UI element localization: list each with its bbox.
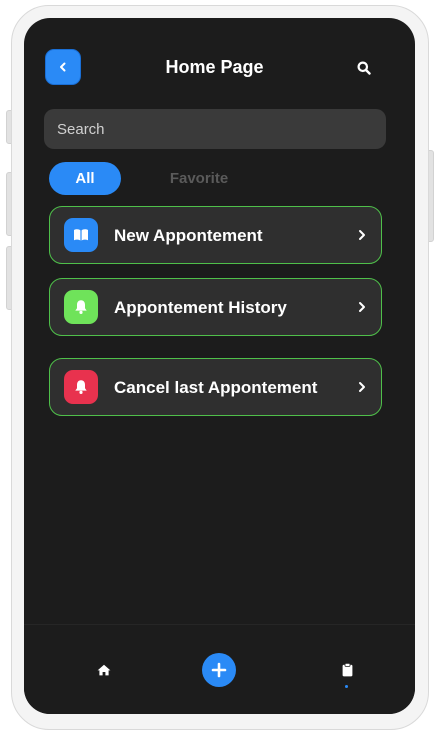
cancel-appointment-chevron — [355, 380, 369, 394]
appointment-history-label: Appontement History — [114, 298, 287, 317]
nav-add-button[interactable] — [202, 653, 236, 687]
chevron-left-icon — [60, 62, 66, 72]
nav-clipboard-button[interactable] — [338, 660, 356, 680]
book-icon — [74, 229, 88, 241]
chevron-right-icon — [359, 382, 365, 392]
new-appointment-card[interactable]: New Appontement — [49, 206, 382, 264]
cancel-appointment-icon-box — [64, 370, 98, 404]
stage: Home Page All Favorite Ne — [0, 0, 439, 741]
active-indicator-dot — [345, 685, 348, 688]
home-icon — [97, 664, 111, 676]
bell-icon — [75, 380, 87, 394]
tab-favorite-label: Favorite — [169, 170, 229, 187]
appointment-history-chevron — [355, 300, 369, 314]
clipboard-icon — [342, 663, 352, 677]
new-appointment-chevron — [355, 228, 369, 242]
appointment-history-card[interactable]: Appontement History — [49, 278, 382, 336]
appointment-history-icon-box — [64, 290, 98, 324]
chevron-right-icon — [359, 230, 365, 240]
search-button[interactable] — [352, 56, 376, 80]
app-screen: Home Page All Favorite Ne — [24, 18, 415, 714]
search-input[interactable] — [55, 119, 375, 139]
search-bar — [44, 109, 386, 149]
search-icon — [357, 61, 371, 75]
back-button[interactable] — [45, 49, 81, 85]
chevron-right-icon — [359, 302, 365, 312]
new-appointment-icon-box — [64, 218, 98, 252]
tab-all-label: All — [75, 170, 95, 187]
page-title: Home Page — [165, 57, 264, 77]
new-appointment-label: New Appontement — [114, 226, 263, 245]
cancel-appointment-label: Cancel last Appontement — [114, 378, 318, 397]
cancel-appointment-card[interactable]: Cancel last Appontement — [49, 358, 382, 416]
nav-home-button[interactable] — [95, 661, 113, 679]
bottom-nav — [24, 624, 415, 714]
bell-icon — [75, 300, 87, 314]
plus-icon — [211, 662, 227, 678]
tab-favorite[interactable]: Favorite — [143, 162, 255, 195]
tab-all[interactable]: All — [49, 162, 121, 195]
